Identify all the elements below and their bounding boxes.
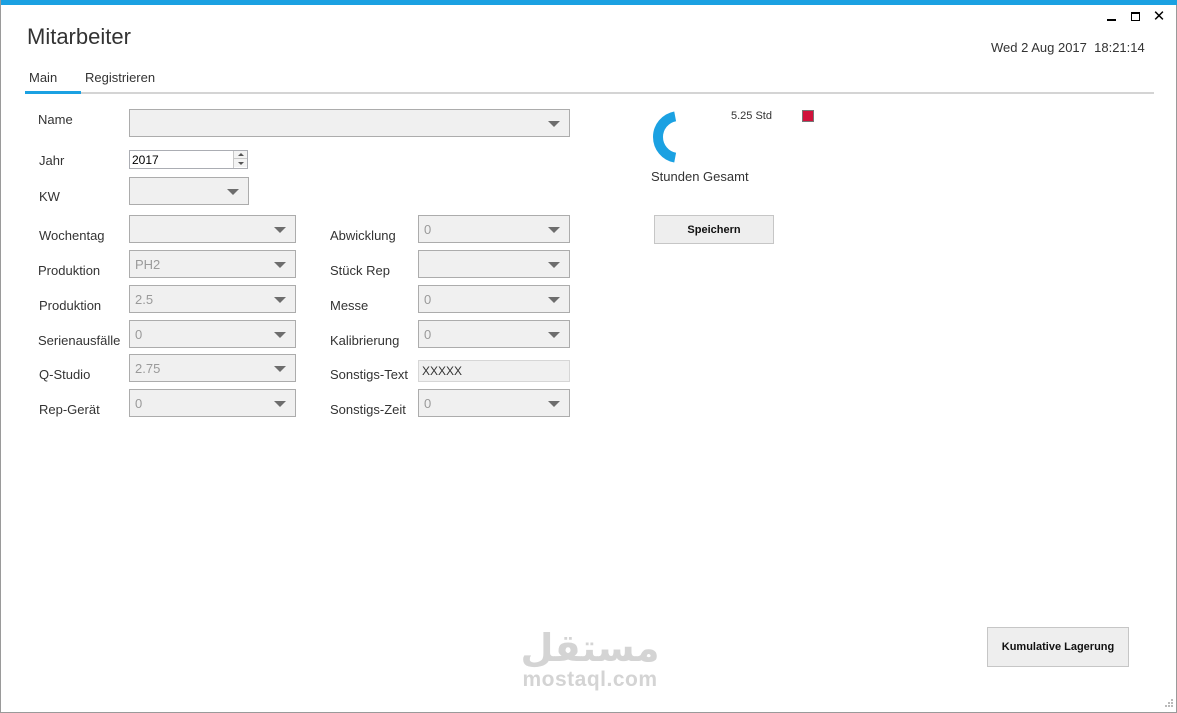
wochentag-combobox[interactable] [129,215,296,243]
abwicklung-label: Abwicklung [330,228,396,243]
chevron-down-icon [237,161,244,165]
watermark-url: mostaql.com [522,668,658,691]
jahr-stepper[interactable]: 2017 [129,150,248,169]
chevron-down-icon [548,297,560,303]
stepper-down-button[interactable] [234,159,247,167]
tab-registrieren[interactable]: Registrieren [81,68,159,94]
messe-label: Messe [330,298,369,313]
close-icon[interactable]: ✕ [1151,8,1167,24]
q-studio-value: 2.75 [135,361,161,376]
chevron-down-icon [274,401,286,407]
abwicklung-value: 0 [424,222,432,237]
chevron-down-icon [274,262,286,268]
chevron-down-icon [548,121,560,127]
kalibrierung-value: 0 [424,327,432,342]
produktion-hours-label: Produktion [39,298,102,313]
serienausfaelle-value: 0 [135,327,143,342]
page-title: Mitarbeiter [27,24,131,49]
stepper-buttons [233,151,247,168]
legend-marker [802,110,814,122]
stueck-rep-combobox[interactable] [418,250,570,278]
sonstigs-text-label: Sonstigs-Text [330,367,409,382]
jahr-value: 2017 [132,153,159,167]
stepper-up-button[interactable] [234,151,247,159]
chevron-down-icon [274,227,286,233]
tab-active-indicator [25,91,81,94]
watermark: مستقل mostaql.com [517,624,663,692]
chevron-up-icon [237,153,244,156]
hours-ring-arc [653,111,677,163]
sonstigs-zeit-value: 0 [424,396,432,411]
chevron-down-icon [548,332,560,338]
tab-divider [25,92,1154,94]
name-label: Name [38,112,73,127]
rep-geraet-label: Rep-Gerät [39,402,100,417]
minimize-icon[interactable] [1103,8,1119,24]
chevron-down-icon [227,189,239,195]
messe-combobox[interactable]: 0 [418,285,570,313]
serienausfaelle-combobox[interactable]: 0 [129,320,296,348]
hours-total-label: Stunden Gesamt [651,169,749,184]
produktion-combobox[interactable]: PH2 [129,250,296,278]
sonstigs-text-field[interactable]: XXXXX [418,360,570,382]
abwicklung-combobox[interactable]: 0 [418,215,570,243]
produktion-value: PH2 [135,257,161,272]
rep-geraet-value: 0 [135,396,143,411]
kw-label: KW [39,189,60,204]
rep-geraet-combobox[interactable]: 0 [129,389,296,417]
jahr-label: Jahr [39,153,65,168]
datetime-display: Wed 2 Aug 2017 18:21:14 [991,40,1145,55]
chevron-down-icon [548,227,560,233]
sonstigs-zeit-combobox[interactable]: 0 [418,389,570,417]
produktion-hours-value: 2.5 [135,292,154,307]
resize-grip-icon[interactable] [1163,699,1173,709]
chevron-down-icon [548,262,560,268]
q-studio-combobox[interactable]: 2.75 [129,354,296,382]
sonstigs-zeit-label: Sonstigs-Zeit [330,402,406,417]
chevron-down-icon [274,297,286,303]
kumulative-lagerung-button[interactable]: Kumulative Lagerung [987,627,1129,667]
kw-combobox[interactable] [129,177,249,205]
chevron-down-icon [274,366,286,372]
produktion-hours-combobox[interactable]: 2.5 [129,285,296,313]
chevron-down-icon [548,401,560,407]
hours-ring-chart [653,111,677,163]
app-window: ✕ Mitarbeiter Wed 2 Aug 2017 18:21:14 Ma… [0,0,1177,713]
messe-value: 0 [424,292,432,307]
kalibrierung-combobox[interactable]: 0 [418,320,570,348]
watermark-logo: مستقل [520,626,660,670]
sonstigs-text-value: XXXXX [422,364,463,378]
save-button[interactable]: Speichern [654,215,774,244]
name-combobox[interactable] [129,109,570,137]
serienausfaelle-label: Serienausfälle [38,333,121,348]
hours-total-value: 5.25 Std [731,110,772,122]
q-studio-label: Q-Studio [39,367,91,382]
title-accent-bar [1,0,1177,5]
wochentag-label: Wochentag [39,228,105,243]
stueck-rep-label: Stück Rep [330,263,390,278]
kalibrierung-label: Kalibrierung [330,333,400,348]
produktion-label: Produktion [38,263,101,278]
chevron-down-icon [274,332,286,338]
maximize-icon[interactable] [1127,8,1143,24]
